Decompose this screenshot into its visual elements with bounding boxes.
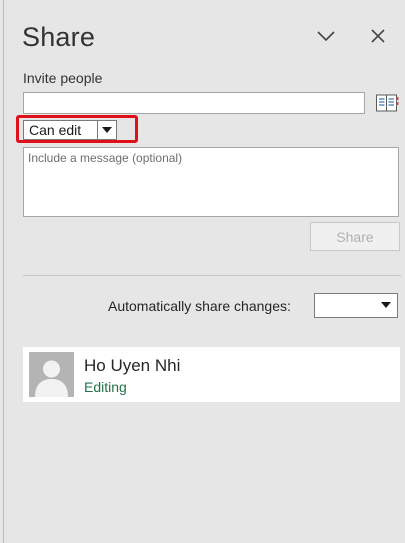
close-icon (371, 29, 385, 43)
share-button[interactable]: Share (310, 222, 400, 251)
person-silhouette-icon (35, 360, 68, 397)
permission-dropdown-arrow[interactable] (97, 121, 116, 139)
permission-dropdown[interactable]: Can edit (23, 120, 117, 140)
section-divider (23, 275, 401, 276)
auto-share-label: Automatically share changes: (108, 298, 291, 314)
dropdown-arrow-icon (102, 127, 112, 133)
pane-title: Share (22, 22, 96, 52)
shared-user-card[interactable]: Ho Uyen Nhi Editing (23, 347, 400, 402)
address-book-button[interactable] (375, 92, 399, 114)
chevron-down-icon (317, 31, 335, 42)
user-status: Editing (84, 379, 127, 395)
dropdown-arrow-icon (381, 302, 391, 308)
collapse-pane-button[interactable] (312, 22, 340, 50)
message-textarea[interactable] (23, 147, 399, 217)
user-name: Ho Uyen Nhi (84, 356, 181, 375)
permission-value: Can edit (29, 122, 82, 138)
close-pane-button[interactable] (364, 22, 392, 50)
avatar (29, 352, 74, 397)
invite-people-input[interactable] (23, 92, 365, 114)
invite-people-label: Invite people (23, 70, 103, 86)
address-book-icon (376, 94, 399, 112)
share-pane: Share Invite people Can edit Include a m… (3, 0, 405, 543)
auto-share-dropdown[interactable] (314, 293, 398, 318)
